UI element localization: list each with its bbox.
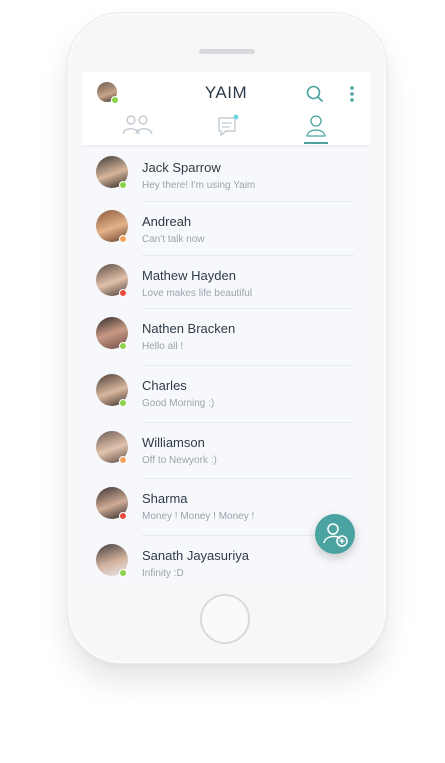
presence-dot [119,569,127,577]
tab-groups[interactable] [120,112,156,142]
presence-dot [119,399,127,407]
contact-name: Williamson [142,435,205,450]
contact-name: Sanath Jayasuriya [142,548,249,563]
contact-row[interactable]: Williamson Off to Newyork :) [82,423,370,479]
contact-name: Nathen Bracken [142,321,236,336]
add-contact-button[interactable] [315,514,355,554]
contact-status: Hello all ! [142,341,184,352]
contact-status: Can't talk now [142,234,205,245]
active-tab-indicator [304,142,328,144]
presence-dot [119,289,127,297]
contact-status: Off to Newyork :) [142,455,217,466]
presence-dot [119,456,127,464]
app-title: YAIM [204,83,248,102]
contact-status: Love makes life beautiful [142,288,253,299]
home-button[interactable] [200,594,250,644]
presence-dot [119,342,127,350]
search-icon[interactable] [306,85,324,103]
presence-dot [119,512,127,520]
contact-row[interactable]: Charles Good Morning :) [82,366,370,423]
contact-name: Jack Sparrow [142,160,221,175]
contact-status: Hey there! I'm using Yaim [142,180,256,191]
contact-row[interactable]: Andreah Can't talk now [82,202,370,256]
contact-name: Charles [142,378,187,393]
contact-name: Andreah [142,214,192,229]
contact-row[interactable]: Nathen Bracken Hello all ! [82,309,370,366]
tab-chats[interactable] [210,112,246,142]
more-vertical-icon[interactable] [348,85,356,103]
presence-dot [119,235,127,243]
contact-name: Sharma [142,491,188,506]
group-icon [122,115,153,135]
contact-name: Mathew Hayden [142,268,236,283]
tab-contacts[interactable] [298,112,334,142]
app-screen: YAIM Jack Sparrow Hey there! I'm using Y… [82,72,370,583]
contact-row[interactable]: Jack Sparrow Hey there! I'm using Yaim [82,148,370,202]
contact-row[interactable]: Mathew Hayden Love makes life beautiful [82,256,370,310]
contact-status: Money ! Money ! Money ! [142,511,255,522]
phone-speaker [199,49,255,54]
add-user-icon [323,523,348,547]
contact-status: Infinity :D [142,568,184,579]
contact-status: Good Morning :) [142,398,215,409]
app-header: YAIM [82,72,370,145]
presence-dot [119,181,127,189]
user-icon [306,115,326,137]
chat-icon [218,114,239,137]
